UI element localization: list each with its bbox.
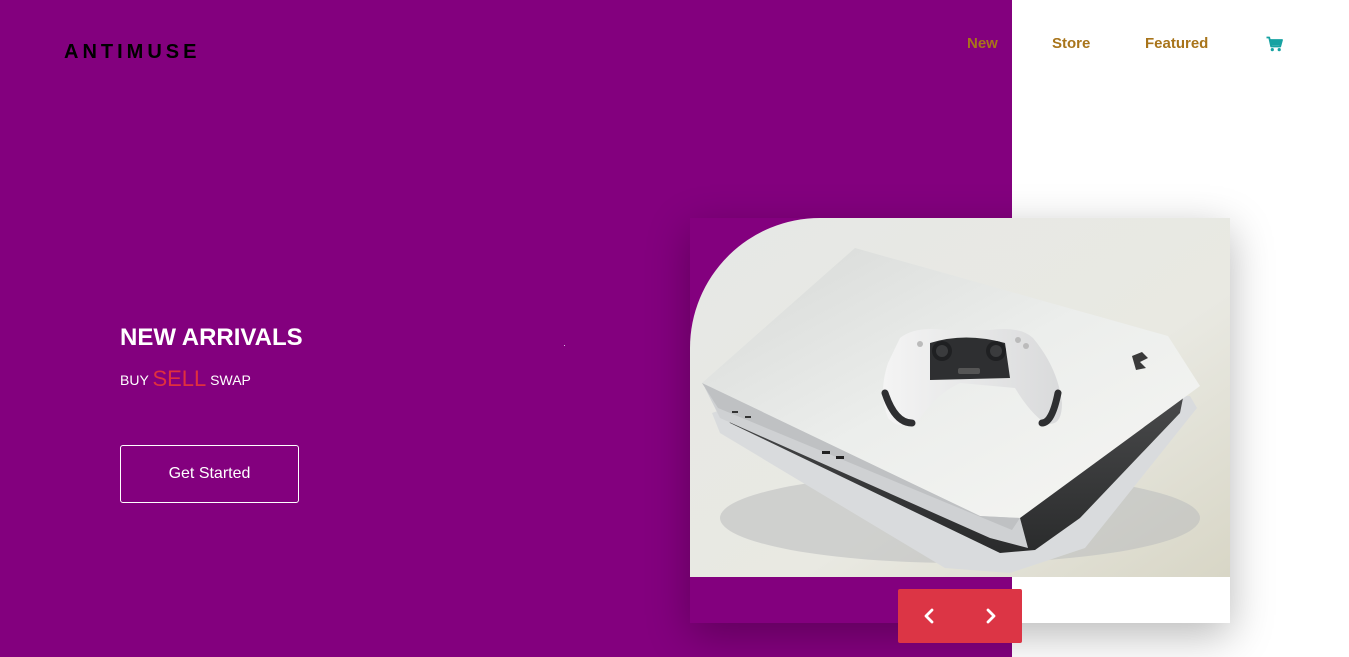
subtitle-swap: SWAP xyxy=(210,372,251,388)
shopping-cart-icon[interactable] xyxy=(1266,36,1283,52)
subtitle-buy: BUY xyxy=(120,372,149,388)
product-image xyxy=(690,218,1230,577)
get-started-button[interactable]: Get Started xyxy=(120,445,299,503)
nav-item-new[interactable]: New xyxy=(967,34,998,54)
slider-controls xyxy=(898,589,1022,643)
product-slider-card xyxy=(690,218,1230,623)
decorative-dot xyxy=(564,345,565,346)
card-footer-white xyxy=(1012,577,1230,623)
nav-item-featured[interactable]: Featured xyxy=(1145,34,1208,54)
slider-next-button[interactable] xyxy=(960,589,1022,643)
hero-title: NEW ARRIVALS xyxy=(120,324,303,351)
main-nav: New Store Featured xyxy=(0,34,1349,54)
subtitle-sell: SELL xyxy=(152,366,207,391)
chevron-left-icon xyxy=(924,608,934,624)
nav-item-store[interactable]: Store xyxy=(1052,34,1090,54)
slider-prev-button[interactable] xyxy=(898,589,960,643)
hero-subtitle: BUY SELL SWAP xyxy=(120,366,251,393)
chevron-right-icon xyxy=(986,608,996,624)
landing-page: ANTIMUSE New Store Featured NEW ARRIVALS… xyxy=(0,0,1349,657)
console-illustration xyxy=(690,218,1230,577)
